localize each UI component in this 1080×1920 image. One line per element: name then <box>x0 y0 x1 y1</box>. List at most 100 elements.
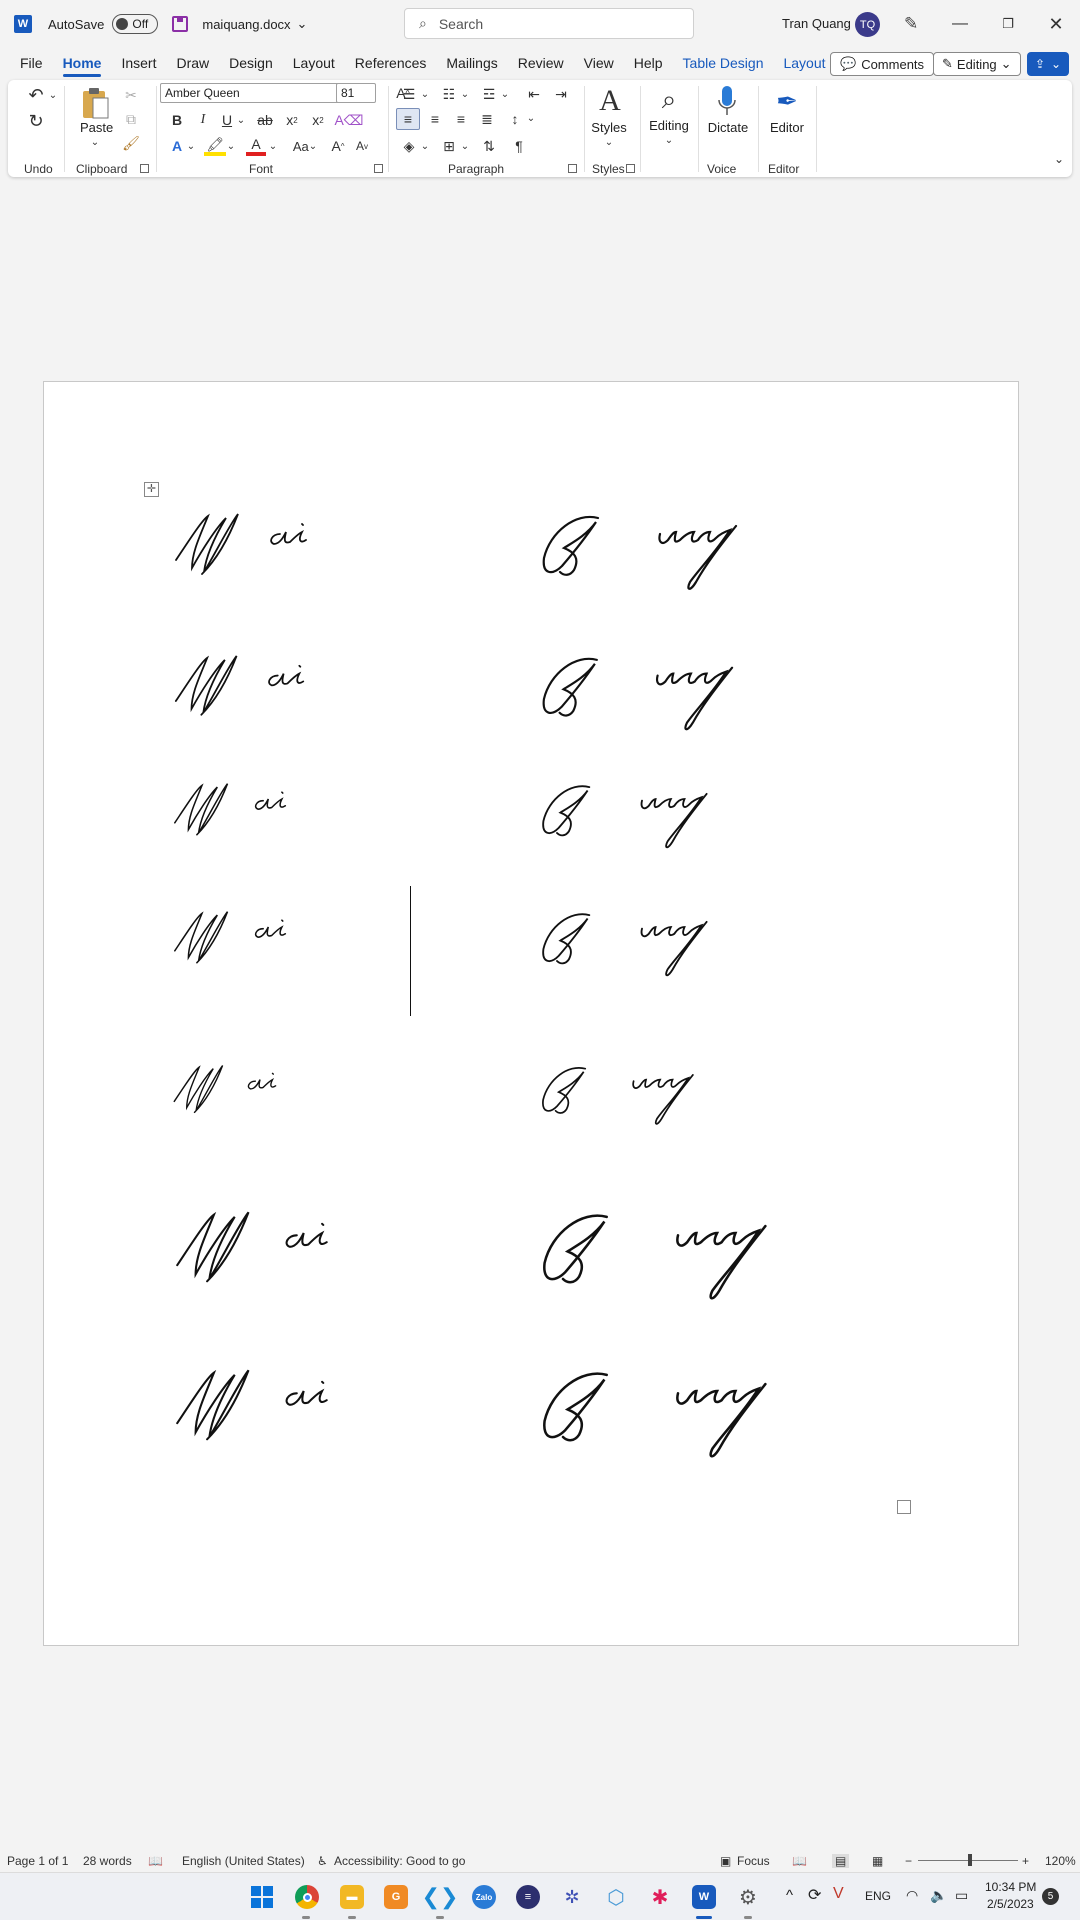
page-count[interactable]: Page 1 of 1 <box>7 1854 68 1868</box>
grow-font-button[interactable]: A ^ <box>328 136 348 156</box>
tab-mailings[interactable]: Mailings <box>436 50 507 78</box>
tab-home[interactable]: Home <box>53 50 112 78</box>
chevron-down-icon[interactable]: ⌄ <box>48 88 58 102</box>
foxit-pdf-icon[interactable]: G <box>384 1885 408 1909</box>
chevron-down-icon[interactable]: ⌄ <box>226 138 236 154</box>
volume-icon[interactable]: 🔈 <box>930 1887 947 1904</box>
chevron-down-icon[interactable]: ⌄ <box>526 110 536 126</box>
chevron-down-icon[interactable]: ⌄ <box>460 86 470 102</box>
dialog-launcher-icon[interactable] <box>140 164 149 173</box>
word-taskbar-icon[interactable]: W <box>692 1885 716 1909</box>
hexagon-app-icon[interactable]: ⬡ <box>604 1885 628 1909</box>
align-center-icon[interactable]: ≡ <box>424 108 446 130</box>
document-name-button[interactable]: maiquang.docx ⌄ <box>202 16 307 32</box>
chevron-down-icon[interactable]: ⌄ <box>186 138 196 154</box>
zoom-level[interactable]: 120% <box>1045 1854 1076 1868</box>
subscript-button[interactable]: x2 <box>282 110 302 130</box>
highlight-icon[interactable]: 🖍 <box>204 136 226 156</box>
dictate-label[interactable]: Dictate <box>704 120 752 135</box>
web-layout-icon[interactable]: ▦ <box>872 1854 883 1868</box>
show-formatting-button[interactable]: ¶ <box>508 136 530 156</box>
tab-review[interactable]: Review <box>508 50 574 78</box>
read-mode-icon[interactable]: 📖 <box>792 1854 807 1868</box>
shading-icon[interactable]: ◈ <box>398 136 420 156</box>
chevron-down-icon[interactable]: ⌄ <box>236 112 246 128</box>
editor-pen-icon[interactable]: ✒ <box>770 84 804 118</box>
share-button[interactable]: ⇪ ⌄ <box>1027 52 1069 76</box>
file-explorer-icon[interactable]: ▬ <box>340 1885 364 1909</box>
wifi-icon[interactable]: ◠ <box>906 1887 918 1904</box>
zoom-in-icon[interactable]: + <box>1022 1854 1029 1868</box>
proofing-icon[interactable]: 📖 <box>148 1854 163 1868</box>
tab-file[interactable]: File <box>10 50 53 78</box>
clock-time[interactable]: 10:34 PM <box>985 1880 1036 1894</box>
print-layout-icon[interactable]: ▤ <box>832 1854 850 1868</box>
font-color-icon[interactable]: A <box>246 136 266 156</box>
chevron-down-icon[interactable]: ⌄ <box>662 134 676 146</box>
styles-label[interactable]: Styles <box>588 120 630 135</box>
sync-icon[interactable]: ⟳ <box>808 1885 821 1905</box>
change-case-button[interactable]: Aa ⌄ <box>288 136 322 156</box>
sort-icon[interactable]: ⇅ <box>478 136 500 156</box>
collapse-ribbon-icon[interactable]: ⌄ <box>1052 152 1066 166</box>
tab-layout[interactable]: Layout <box>283 50 345 78</box>
multilevel-list-icon[interactable]: ☲ <box>478 84 500 104</box>
tab-references[interactable]: References <box>345 50 437 78</box>
paste-label[interactable]: Paste <box>80 120 113 135</box>
font-name-field[interactable]: Amber Queen <box>160 83 340 103</box>
tab-insert[interactable]: Insert <box>111 50 166 78</box>
copy-icon[interactable]: ⧉ <box>122 110 140 128</box>
battery-icon[interactable]: ▭ <box>955 1887 968 1904</box>
slack-icon[interactable]: ✱ <box>648 1885 672 1909</box>
editing-label[interactable]: Editing <box>644 118 694 133</box>
avatar[interactable]: TQ <box>855 12 880 37</box>
font-size-field[interactable]: 81 <box>336 83 376 103</box>
styles-icon[interactable]: A <box>592 84 628 118</box>
underline-button[interactable]: U <box>218 110 236 130</box>
tab-help[interactable]: Help <box>624 50 673 78</box>
zoom-out-icon[interactable]: − <box>905 1854 912 1868</box>
align-right-icon[interactable]: ≡ <box>450 108 472 130</box>
antivirus-icon[interactable]: V <box>833 1885 844 1903</box>
clock-date[interactable]: 2/5/2023 <box>987 1897 1034 1911</box>
eclipse-icon[interactable]: ≡ <box>516 1885 540 1909</box>
microphone-icon[interactable] <box>712 84 742 118</box>
tab-table-design[interactable]: Table Design <box>673 50 774 78</box>
justify-icon[interactable]: ≣ <box>476 108 498 130</box>
increase-indent-icon[interactable]: ⇥ <box>550 84 572 104</box>
editing-mode-button[interactable]: ✎ Editing ⌄ <box>933 52 1021 76</box>
undo-icon[interactable]: ↶ <box>22 84 50 106</box>
chevron-down-icon[interactable]: ⌄ <box>460 138 470 154</box>
chevron-down-icon[interactable]: ⌄ <box>602 136 616 148</box>
chevron-down-icon[interactable]: ⌄ <box>500 86 510 102</box>
decrease-indent-icon[interactable]: ⇤ <box>523 84 545 104</box>
word-count[interactable]: 28 words <box>83 1854 132 1868</box>
vscode-icon[interactable]: ❮❯ <box>422 1884 459 1909</box>
accessibility-status[interactable]: Accessibility: Good to go <box>334 1854 465 1868</box>
numbering-icon[interactable]: ☷ <box>438 84 460 104</box>
bold-button[interactable]: B <box>168 110 186 130</box>
tab-table-layout[interactable]: Layout <box>773 50 835 78</box>
close-button[interactable]: ✕ <box>1041 10 1071 38</box>
find-icon[interactable]: ⌕ <box>652 84 686 116</box>
tools-icon[interactable]: ✲ <box>560 1885 584 1909</box>
tab-design[interactable]: Design <box>219 50 283 78</box>
tray-overflow-icon[interactable]: ^ <box>786 1887 793 1904</box>
redo-icon[interactable]: ↻ <box>22 110 50 132</box>
focus-button[interactable]: Focus <box>737 1854 770 1868</box>
borders-icon[interactable]: ⊞ <box>438 136 460 156</box>
chevron-down-icon[interactable]: ⌄ <box>420 86 430 102</box>
italic-button[interactable]: I <box>194 110 212 130</box>
tab-view[interactable]: View <box>574 50 624 78</box>
save-icon[interactable] <box>172 16 189 32</box>
chevron-down-icon[interactable]: ⌄ <box>88 136 102 148</box>
chevron-down-icon[interactable]: ⌄ <box>420 138 430 154</box>
start-icon[interactable] <box>250 1885 274 1909</box>
chevron-down-icon[interactable]: ⌄ <box>268 138 278 154</box>
bullets-icon[interactable]: ☰ <box>398 84 420 104</box>
user-name[interactable]: Tran Quang <box>782 16 851 31</box>
superscript-button[interactable]: x2 <box>308 110 328 130</box>
input-language[interactable]: ENG <box>865 1889 891 1903</box>
dialog-launcher-icon[interactable] <box>626 164 635 173</box>
autosave-toggle[interactable]: Off <box>112 14 159 34</box>
